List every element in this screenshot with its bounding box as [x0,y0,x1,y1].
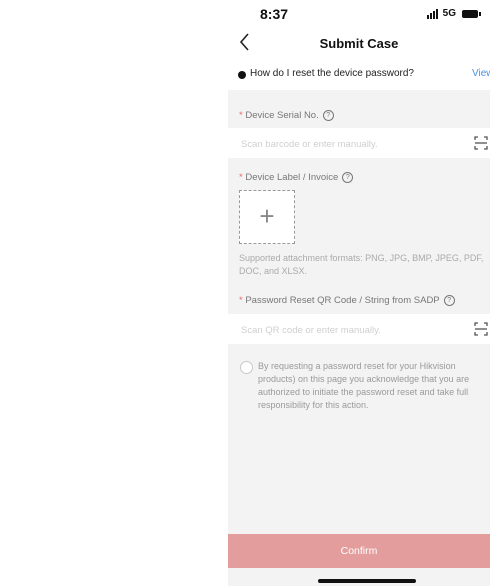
qr-input[interactable] [239,321,453,339]
serial-label-text: Device Serial No. [245,110,319,121]
faq-banner[interactable]: How do I reset the device password? View [228,60,490,90]
page-title: Submit Case [319,36,399,51]
status-time: 8:37 [260,6,289,22]
invoice-label-text: Device Label / Invoice [245,172,339,183]
nav-bar: Submit Case [228,28,490,60]
agreement-text: By requesting a password reset for your … [258,361,470,410]
status-bar: 8:37 5G [228,0,490,28]
signal-icon [426,8,438,19]
faq-question: How do I reset the device password? [250,68,414,79]
scan-icon[interactable] [474,136,488,150]
home-indicator [318,579,416,583]
confirm-button[interactable]: Confirm [228,534,490,568]
status-icons: 5G [426,8,481,19]
qr-label: * Password Reset QR Code / String from S… [239,295,455,306]
battery-icon [462,9,481,18]
help-icon[interactable]: ? [342,172,354,183]
invoice-label: * Device Label / Invoice? [239,172,354,183]
agreement-radio[interactable] [240,361,253,374]
bullet-icon [238,71,246,79]
scan-icon[interactable] [474,322,488,336]
view-link[interactable]: View [472,68,490,79]
phone-screen: 8:37 5G Submit Case How do I reset the d… [228,0,490,586]
help-icon[interactable]: ? [443,295,455,306]
serial-input[interactable] [239,135,453,153]
serial-field [228,128,490,158]
help-icon[interactable]: ? [322,110,334,121]
qr-field [228,314,490,344]
serial-label: * Device Serial No.? [239,110,334,121]
attachment-formats-hint: Supported attachment formats: PNG, JPG, … [239,253,484,276]
network-type: 5G [442,8,456,19]
plus-icon: + [259,201,275,231]
qr-label-text: Password Reset QR Code / String from SAD… [245,295,440,306]
upload-attachment-button[interactable]: + [239,190,295,244]
